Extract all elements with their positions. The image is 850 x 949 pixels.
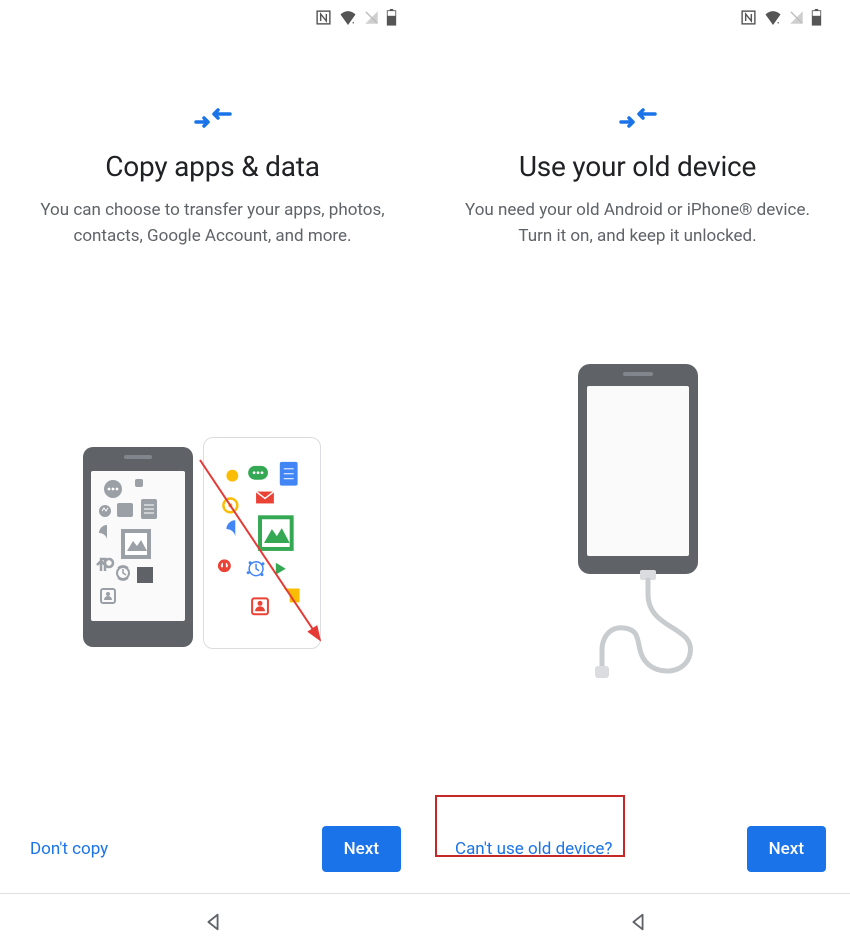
old-phone-graphic [83,447,193,647]
next-button[interactable]: Next [322,826,401,872]
battery-icon [386,9,397,26]
bottom-bar: Don't copy Next [0,805,425,893]
wifi-icon [764,10,782,25]
nav-back-left[interactable] [0,894,425,949]
phone-with-cable-graphic [578,364,698,680]
page-title: Use your old device [461,150,814,183]
screens-row: Copy apps & data You can choose to trans… [0,0,850,893]
screen-use-old-device: Use your old device You need your old An… [425,0,850,893]
transfer-icon [36,102,389,136]
header-area: Use your old device You need your old An… [425,30,850,250]
page-title: Copy apps & data [36,150,389,183]
bottom-bar: Can't use old device? Next [425,805,850,893]
nfc-icon [740,9,757,26]
illustration-old-device [425,250,850,805]
android-navbar-row [0,893,850,949]
wifi-icon [339,10,357,25]
next-button[interactable]: Next [747,826,826,872]
signal-icon [364,10,379,25]
cant-use-old-device-button[interactable]: Can't use old device? [449,831,618,867]
back-icon [627,911,649,933]
status-bar [425,0,850,30]
page-subtitle: You can choose to transfer your apps, ph… [36,197,389,250]
nav-back-right[interactable] [425,894,850,949]
transfer-icon [461,102,814,136]
header-area: Copy apps & data You can choose to trans… [0,30,425,250]
two-phones-graphic [83,447,343,667]
signal-icon [789,10,804,25]
battery-icon [811,9,822,26]
dont-copy-button[interactable]: Don't copy [24,831,114,867]
new-phone-graphic [203,437,321,649]
page-subtitle: You need your old Android or iPhone® dev… [461,197,814,250]
status-bar [0,0,425,30]
illustration-copy [0,250,425,805]
nfc-icon [315,9,332,26]
back-icon [202,911,224,933]
screen-copy-apps: Copy apps & data You can choose to trans… [0,0,425,893]
